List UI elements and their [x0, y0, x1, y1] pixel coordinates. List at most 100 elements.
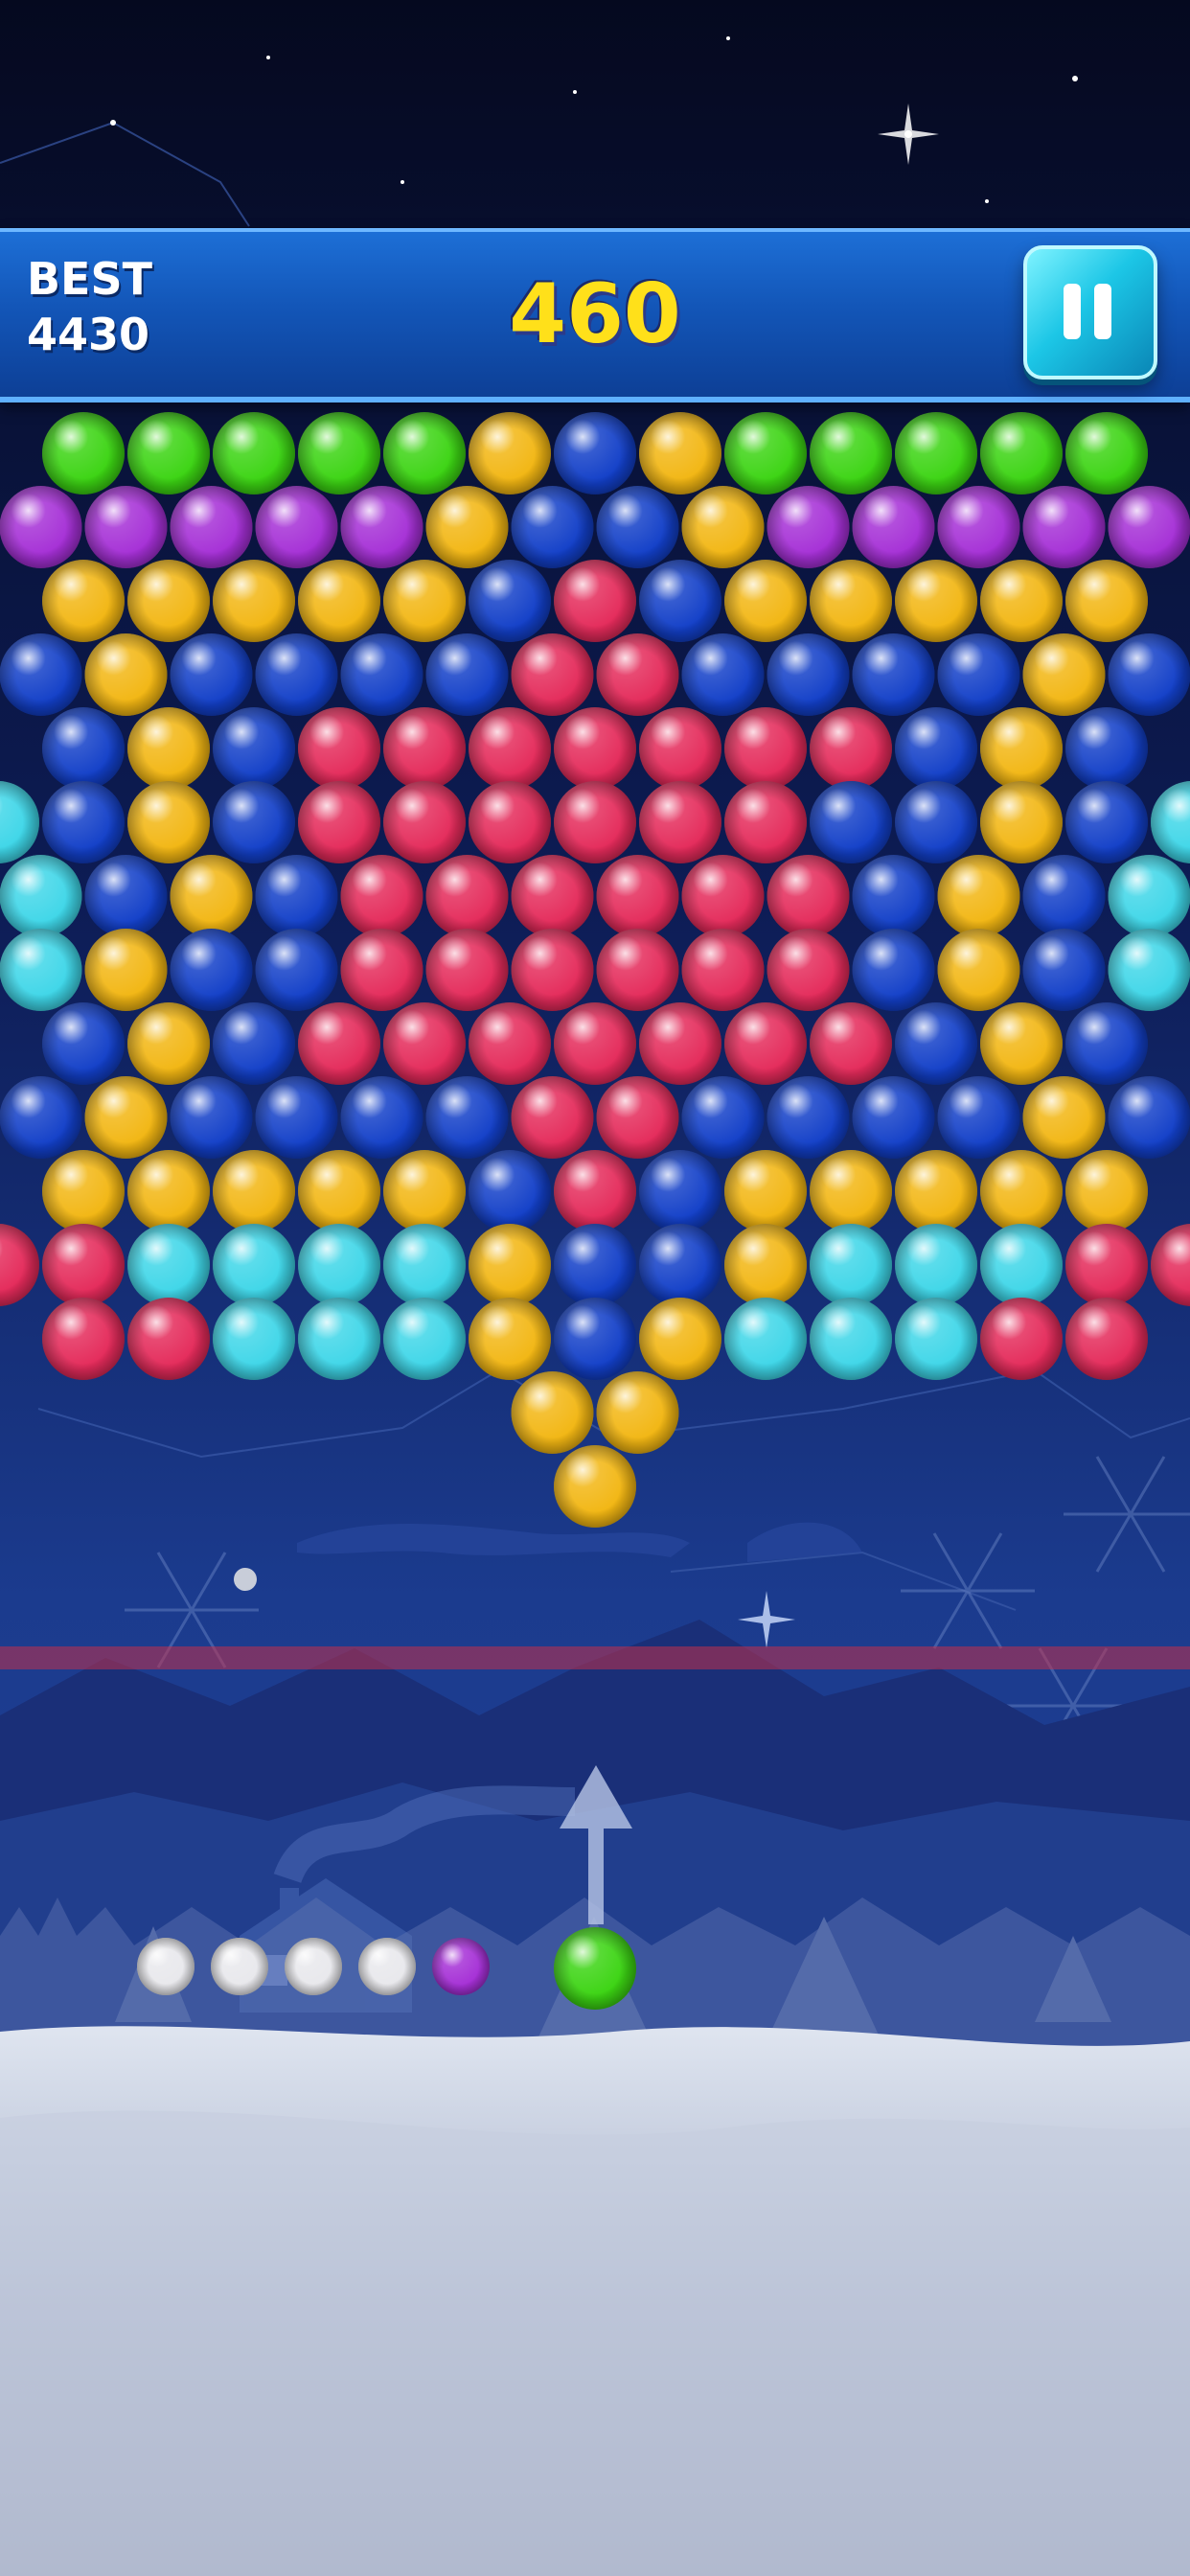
bubble — [852, 1076, 935, 1159]
current-bubble[interactable] — [554, 1927, 636, 2010]
bubble — [852, 929, 935, 1011]
bubble — [980, 560, 1063, 642]
bubble — [42, 412, 125, 494]
bubble — [425, 929, 509, 1011]
bubble — [1022, 929, 1106, 1011]
bubble — [469, 1002, 551, 1085]
bubble — [810, 781, 892, 863]
bubble — [340, 486, 423, 568]
bubble — [980, 1002, 1063, 1085]
bubble — [255, 486, 338, 568]
bubble — [1108, 855, 1190, 937]
bubble — [84, 633, 168, 716]
bubble — [724, 412, 807, 494]
bubble — [1065, 1224, 1148, 1306]
bubble — [42, 707, 125, 790]
bubble — [554, 781, 636, 863]
bubble — [1108, 486, 1190, 568]
bubble — [170, 1076, 253, 1159]
queued-bubble — [211, 1938, 268, 1995]
bubble — [511, 486, 594, 568]
bubble — [213, 781, 295, 863]
bubble — [554, 1002, 636, 1085]
bubble — [255, 633, 338, 716]
bubble — [127, 1298, 210, 1380]
bubble — [554, 1298, 636, 1380]
bubble — [84, 1076, 168, 1159]
bubble — [810, 1002, 892, 1085]
bubble — [383, 1224, 466, 1306]
bubble — [681, 486, 765, 568]
bubble — [810, 707, 892, 790]
bubble — [511, 855, 594, 937]
bubble — [42, 1298, 125, 1380]
bubble — [596, 486, 679, 568]
bubble — [1065, 1002, 1148, 1085]
bubble — [469, 1224, 551, 1306]
bubble — [298, 1224, 380, 1306]
bubble — [511, 1076, 594, 1159]
bubble — [42, 1150, 125, 1232]
bubble — [639, 1298, 721, 1380]
bubble — [127, 1002, 210, 1085]
bubble — [0, 633, 82, 716]
pause-button[interactable] — [1023, 245, 1157, 380]
queued-bubble — [358, 1938, 416, 1995]
bubble — [724, 560, 807, 642]
bubble — [767, 855, 850, 937]
bubble — [425, 1076, 509, 1159]
bubble — [127, 560, 210, 642]
bubble — [596, 929, 679, 1011]
bubble — [255, 929, 338, 1011]
bubble — [511, 633, 594, 716]
bubble — [1108, 633, 1190, 716]
bubble — [554, 1224, 636, 1306]
bubble — [937, 1076, 1020, 1159]
bubble — [980, 781, 1063, 863]
bubble — [810, 1224, 892, 1306]
bubble — [213, 1224, 295, 1306]
bubble — [724, 1150, 807, 1232]
bubble — [469, 560, 551, 642]
bubble — [1022, 855, 1106, 937]
bubble — [937, 486, 1020, 568]
top-hud-bar: BEST 4430 460 — [0, 228, 1190, 402]
pause-icon — [1094, 284, 1111, 339]
bubble — [84, 855, 168, 937]
bubble — [895, 1224, 977, 1306]
bubble — [895, 1298, 977, 1380]
bubble — [213, 1150, 295, 1232]
bubble — [639, 1002, 721, 1085]
bubble — [1108, 1076, 1190, 1159]
bubble — [298, 707, 380, 790]
current-score: 460 — [509, 266, 681, 362]
bubble — [1065, 560, 1148, 642]
bubble — [895, 412, 977, 494]
bubble — [42, 1002, 125, 1085]
bubble — [1108, 929, 1190, 1011]
bubble — [425, 486, 509, 568]
bubble — [1022, 633, 1106, 716]
bubble — [383, 781, 466, 863]
bubble — [0, 929, 82, 1011]
bubble — [170, 633, 253, 716]
bubble — [298, 1298, 380, 1380]
bubble — [937, 855, 1020, 937]
bubble — [213, 707, 295, 790]
bubble — [554, 1150, 636, 1232]
bubble — [383, 560, 466, 642]
bubble — [1065, 781, 1148, 863]
bubble — [383, 1298, 466, 1380]
bubble — [724, 1224, 807, 1306]
bubble — [767, 486, 850, 568]
bubble — [84, 486, 168, 568]
bubble — [724, 1002, 807, 1085]
bubble — [383, 412, 466, 494]
bubble — [895, 707, 977, 790]
bubble — [170, 855, 253, 937]
bubble — [340, 633, 423, 716]
bubble — [639, 560, 721, 642]
shooter-current-bubble[interactable] — [554, 1927, 636, 2010]
bubble — [213, 560, 295, 642]
bubble — [767, 1076, 850, 1159]
